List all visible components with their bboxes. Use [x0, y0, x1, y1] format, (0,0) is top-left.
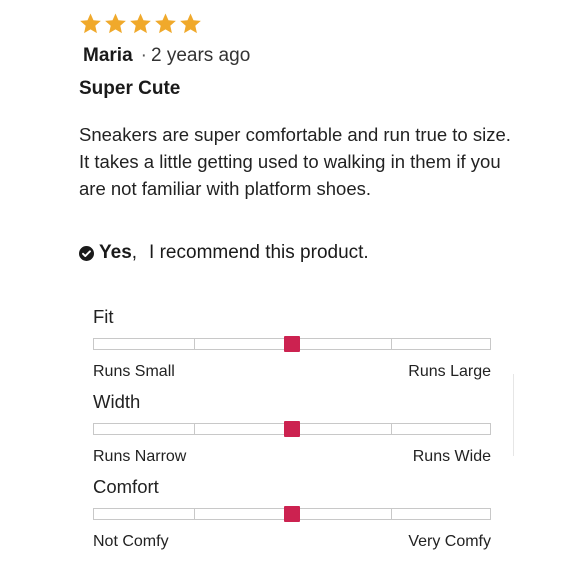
rating-min-label-comfort: Not Comfy — [93, 533, 169, 550]
rating-max-label-width: Runs Wide — [412, 448, 491, 465]
rating-marker-fit — [284, 336, 300, 352]
review-date: 2 years ago — [150, 45, 251, 66]
rating-label-width: Width — [93, 391, 141, 412]
rating-marker-comfort — [284, 506, 300, 522]
rating-min-label-fit: Runs Small — [93, 363, 175, 380]
author-name[interactable]: Maria — [83, 45, 133, 66]
rating-max-label-fit: Runs Large — [408, 363, 491, 380]
rating-label-comfort: Comfort — [93, 476, 159, 497]
recommend-line: Yes, I recommend this product. — [79, 240, 369, 266]
review-meta: Maria · 2 years ago — [83, 44, 250, 68]
star-icon — [80, 13, 101, 34]
review-title: Super Cute — [79, 78, 181, 99]
recommend-comma: , — [131, 242, 138, 263]
rating-label-fit: Fit — [93, 306, 114, 327]
star-icon — [155, 13, 176, 34]
review-body: Sneakers are super comfortable and run t… — [79, 124, 511, 199]
rating-min-label-width: Runs Narrow — [93, 448, 187, 465]
star-icon — [105, 13, 126, 34]
star-rating — [79, 12, 202, 40]
star-icon — [180, 13, 201, 34]
rating-max-label-comfort: Very Comfy — [408, 533, 491, 550]
recommend-text: I recommend this product. — [149, 242, 369, 263]
divider — [513, 374, 514, 456]
recommend-answer: Yes — [99, 242, 132, 263]
star-icon — [130, 13, 151, 34]
rating-marker-width — [284, 421, 300, 437]
check-circle-icon — [79, 245, 94, 261]
meta-separator: · — [140, 45, 147, 66]
